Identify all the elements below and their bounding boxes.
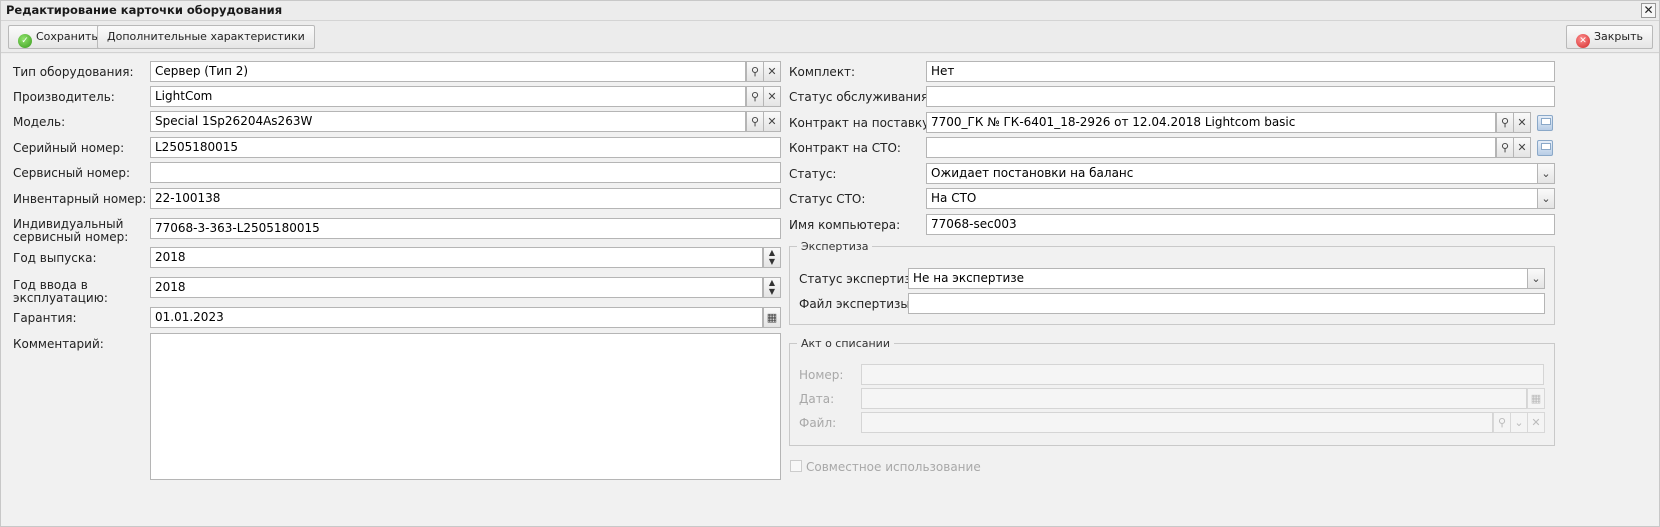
status-label: Статус: [789, 167, 837, 181]
release-year-field[interactable]: 2018 [150, 247, 763, 268]
comment-label: Комментарий: [13, 337, 104, 351]
commission-year-label-2: эксплуатацию: [13, 291, 108, 305]
manufacturer-field[interactable]: LightCom [150, 86, 746, 107]
writeoff-date-field [861, 388, 1527, 409]
expertise-file-label: Файл экспертизы: [799, 297, 914, 311]
writeoff-date-label: Дата: [799, 392, 835, 406]
expertise-file-field[interactable] [908, 293, 1545, 314]
sto-contract-field[interactable] [926, 137, 1496, 158]
sto-contract-label: Контракт на СТО: [789, 141, 901, 155]
shared-use-checkbox[interactable] [790, 460, 802, 472]
sto-status-select[interactable]: На СТО [926, 188, 1538, 209]
close-icon: ✕ [1576, 34, 1590, 48]
shared-use-label: Совместное использование [806, 460, 981, 474]
warranty-date-field[interactable]: 01.01.2023 [150, 307, 763, 328]
window-title: Редактирование карточки оборудования [6, 3, 283, 17]
search-icon[interactable]: ⚲ [1496, 112, 1514, 133]
calendar-icon: ▦ [1527, 388, 1545, 409]
warranty-label: Гарантия: [13, 311, 77, 325]
close-button[interactable]: ✕ Закрыть [1566, 25, 1653, 49]
chevron-down-icon[interactable]: ▼ [764, 287, 780, 296]
supply-contract-label: Контракт на поставку: [789, 116, 934, 130]
title-bar: Редактирование карточки оборудования ✕ [1, 1, 1659, 21]
chevron-down-icon: ⌄ [1510, 412, 1528, 433]
computer-name-field[interactable]: 77068-sec003 [926, 214, 1555, 235]
kit-field[interactable]: Нет [926, 61, 1555, 82]
check-icon: ✓ [18, 34, 32, 48]
expertise-status-select[interactable]: Не на экспертизе [908, 268, 1528, 289]
chevron-up-icon[interactable]: ▲ [764, 278, 780, 287]
model-field[interactable]: Special 1Sp26204As263W [150, 111, 746, 132]
disk-icon[interactable] [1537, 140, 1553, 156]
search-icon: ⚲ [1493, 412, 1511, 433]
clear-icon[interactable]: ✕ [1513, 112, 1531, 133]
clear-icon[interactable]: ✕ [763, 111, 781, 132]
save-button[interactable]: ✓ Сохранить [8, 25, 108, 49]
writeoff-number-field [861, 364, 1544, 385]
search-icon[interactable]: ⚲ [746, 86, 764, 107]
clear-icon[interactable]: ✕ [763, 86, 781, 107]
individual-service-number-label-1: Индивидуальный [13, 217, 124, 231]
individual-service-number-field[interactable]: 77068-3-363-L2505180015 [150, 218, 781, 239]
commission-year-field[interactable]: 2018 [150, 277, 763, 298]
chevron-down-icon[interactable]: ⌄ [1537, 188, 1555, 209]
toolbar: ✓ Сохранить Дополнительные характеристики… [1, 22, 1659, 53]
inventory-number-field[interactable]: 22-100138 [150, 188, 781, 209]
chevron-down-icon[interactable]: ⌄ [1537, 163, 1555, 184]
equipment-type-field[interactable]: Сервер (Тип 2) [150, 61, 746, 82]
equipment-type-label: Тип оборудования: [13, 65, 134, 79]
extra-characteristics-button[interactable]: Дополнительные характеристики [97, 25, 315, 49]
chevron-down-icon[interactable]: ⌄ [1527, 268, 1545, 289]
service-status-label: Статус обслуживания: [789, 90, 933, 104]
serial-number-field[interactable]: L2505180015 [150, 137, 781, 158]
comment-textarea[interactable] [150, 333, 781, 480]
writeoff-file-label: Файл: [799, 416, 837, 430]
individual-service-number-label-2: сервисный номер: [13, 230, 129, 244]
model-label: Модель: [13, 115, 66, 129]
search-icon[interactable]: ⚲ [1496, 137, 1514, 158]
chevron-down-icon[interactable]: ▼ [764, 257, 780, 266]
clear-icon[interactable]: ✕ [763, 61, 781, 82]
service-status-field[interactable] [926, 86, 1555, 107]
service-number-field[interactable] [150, 162, 781, 183]
search-icon[interactable]: ⚲ [746, 111, 764, 132]
close-button-label: Закрыть [1594, 30, 1643, 43]
edit-equipment-window: Редактирование карточки оборудования ✕ ✓… [0, 0, 1660, 527]
writeoff-legend: Акт о списании [797, 337, 894, 350]
kit-label: Комплект: [789, 65, 856, 79]
status-select[interactable]: Ожидает постановки на баланс [926, 163, 1538, 184]
save-button-label: Сохранить [36, 30, 98, 43]
serial-number-label: Серийный номер: [13, 141, 125, 155]
release-year-label: Год выпуска: [13, 251, 97, 265]
chevron-up-icon[interactable]: ▲ [764, 248, 780, 257]
computer-name-label: Имя компьютера: [789, 218, 901, 232]
expertise-status-label: Статус экспертизы: [799, 272, 925, 286]
commission-year-label-1: Год ввода в [13, 278, 88, 292]
disk-icon[interactable] [1537, 115, 1553, 131]
commission-year-stepper[interactable]: ▲ ▼ [763, 277, 781, 298]
calendar-icon[interactable]: ▦ [763, 307, 781, 328]
clear-icon: ✕ [1527, 412, 1545, 433]
sto-status-label: Статус СТО: [789, 192, 866, 206]
writeoff-number-label: Номер: [799, 368, 844, 382]
clear-icon[interactable]: ✕ [1513, 137, 1531, 158]
manufacturer-label: Производитель: [13, 90, 115, 104]
equipment-form: Тип оборудования: Сервер (Тип 2) ⚲ ✕ Про… [1, 54, 1659, 526]
expertise-legend: Экспертиза [797, 240, 873, 253]
window-close-button[interactable]: ✕ [1641, 3, 1656, 18]
service-number-label: Сервисный номер: [13, 166, 131, 180]
inventory-number-label: Инвентарный номер: [13, 192, 147, 206]
supply-contract-field[interactable]: 7700_ГК № ГК-6401_18-2926 от 12.04.2018 … [926, 112, 1496, 133]
release-year-stepper[interactable]: ▲ ▼ [763, 247, 781, 268]
search-icon[interactable]: ⚲ [746, 61, 764, 82]
writeoff-file-field [861, 412, 1493, 433]
